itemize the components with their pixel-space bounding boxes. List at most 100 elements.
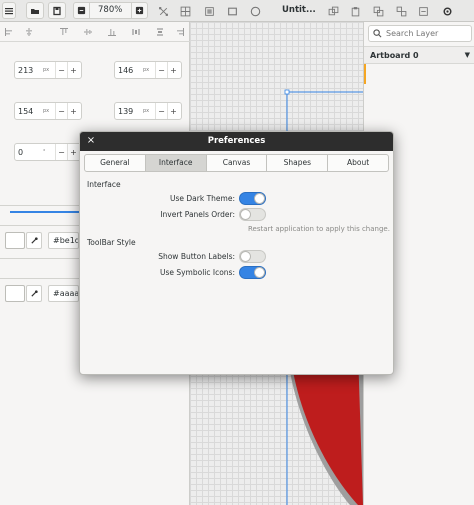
tab-canvas[interactable]: Canvas bbox=[207, 155, 268, 171]
search-layer-input[interactable] bbox=[386, 29, 466, 38]
paste-style-button[interactable] bbox=[348, 4, 362, 18]
interface-section-heading: Interface bbox=[87, 180, 121, 189]
eyedropper-icon bbox=[30, 237, 38, 244]
y-unit: px bbox=[143, 67, 150, 73]
document-title: Untit... bbox=[282, 5, 316, 15]
menu-button[interactable] bbox=[2, 2, 16, 19]
artboard-row[interactable]: Artboard 0 ▼ bbox=[364, 46, 474, 64]
align-bottom-icon[interactable] bbox=[107, 27, 117, 37]
settings-button[interactable] bbox=[440, 4, 454, 18]
x-value: 213 bbox=[18, 65, 34, 75]
width-increment-button[interactable]: + bbox=[67, 103, 79, 119]
zoom-in-icon bbox=[135, 6, 144, 15]
rectangle-icon bbox=[227, 7, 237, 15]
border-hex-input[interactable]: #aaaaaa bbox=[48, 285, 79, 302]
x-increment-button[interactable]: + bbox=[67, 62, 79, 78]
preferences-dialog: × Preferences General Interface Canvas S… bbox=[79, 131, 394, 375]
tab-shapes[interactable]: Shapes bbox=[267, 155, 329, 171]
x-decrement-button[interactable]: − bbox=[55, 62, 67, 78]
header-toolbar: 780% Untit... bbox=[0, 0, 474, 22]
search-layer-field[interactable] bbox=[368, 25, 472, 42]
toggle-knob bbox=[240, 209, 251, 220]
zoom-in-button[interactable] bbox=[131, 3, 147, 18]
group-icon bbox=[373, 6, 383, 16]
save-icon bbox=[53, 6, 61, 15]
dark-theme-toggle[interactable] bbox=[239, 192, 266, 205]
y-position-field[interactable]: 146 px − + bbox=[114, 61, 182, 79]
fill-eyedropper-button[interactable] bbox=[26, 232, 42, 249]
rotation-decrement-button[interactable]: − bbox=[55, 144, 67, 160]
rotation-increment-button[interactable]: + bbox=[67, 144, 79, 160]
distribute-horizontal-icon[interactable] bbox=[131, 27, 141, 37]
align-right-icon[interactable] bbox=[175, 27, 185, 37]
grid-tool-button[interactable] bbox=[178, 4, 192, 18]
width-field[interactable]: 154 px − + bbox=[14, 102, 82, 120]
align-center-icon[interactable] bbox=[24, 27, 34, 37]
width-value: 154 bbox=[18, 106, 34, 116]
ungroup-button[interactable] bbox=[394, 4, 408, 18]
height-decrement-button[interactable]: − bbox=[155, 103, 167, 119]
fill-color-swatch[interactable] bbox=[5, 232, 25, 249]
show-button-labels-toggle[interactable] bbox=[239, 250, 266, 263]
copy-icon bbox=[328, 6, 338, 15]
border-eyedropper-button[interactable] bbox=[26, 285, 42, 302]
align-middle-icon[interactable] bbox=[83, 27, 93, 37]
grid-icon bbox=[180, 6, 190, 16]
symbolic-icons-toggle[interactable] bbox=[239, 266, 266, 279]
zoom-out-button[interactable] bbox=[74, 3, 90, 18]
tab-about[interactable]: About bbox=[328, 155, 388, 171]
rotation-field[interactable]: 0 ° − + bbox=[14, 143, 82, 161]
y-increment-button[interactable]: + bbox=[167, 62, 179, 78]
invert-panels-toggle[interactable] bbox=[239, 208, 266, 221]
toggle-knob bbox=[254, 193, 265, 204]
height-value: 139 bbox=[118, 106, 134, 116]
align-left-icon[interactable] bbox=[4, 27, 14, 37]
invert-panels-label: Invert Panels Order: bbox=[160, 210, 235, 219]
fill-hex-input[interactable]: #be1d1d bbox=[48, 232, 79, 249]
folder-icon bbox=[31, 8, 39, 14]
toggle-knob bbox=[254, 267, 265, 278]
width-decrement-button[interactable]: − bbox=[55, 103, 67, 119]
rotation-value: 0 bbox=[18, 147, 24, 157]
zoom-out-icon bbox=[77, 6, 86, 15]
artboard-label: Artboard 0 bbox=[370, 51, 419, 60]
paste-icon bbox=[351, 6, 359, 16]
eyedropper-icon bbox=[30, 290, 38, 297]
distribute-vertical-icon[interactable] bbox=[155, 27, 165, 37]
menu-icon bbox=[5, 7, 13, 14]
dialog-header: × Preferences bbox=[80, 132, 393, 151]
radius-slider-fill[interactable] bbox=[10, 211, 82, 213]
save-button[interactable] bbox=[48, 2, 66, 19]
tab-interface[interactable]: Interface bbox=[145, 155, 207, 171]
dark-theme-label: Use Dark Theme: bbox=[170, 194, 235, 203]
width-unit: px bbox=[43, 108, 50, 114]
toggle-knob bbox=[240, 251, 251, 262]
rectangle-tool-button[interactable] bbox=[225, 4, 239, 18]
dialog-title: Preferences bbox=[207, 136, 266, 146]
restart-hint: Restart application to apply this change… bbox=[248, 225, 390, 233]
export-button[interactable] bbox=[416, 4, 430, 18]
transform-icon bbox=[158, 6, 168, 16]
copy-style-button[interactable] bbox=[326, 4, 340, 18]
align-top-icon[interactable] bbox=[59, 27, 69, 37]
height-field[interactable]: 139 px − + bbox=[114, 102, 182, 120]
export-icon bbox=[418, 6, 428, 16]
group-button[interactable] bbox=[371, 4, 385, 18]
symbolic-icons-label: Use Symbolic Icons: bbox=[159, 268, 235, 277]
search-icon bbox=[373, 29, 382, 38]
y-decrement-button[interactable]: − bbox=[155, 62, 167, 78]
height-increment-button[interactable]: + bbox=[167, 103, 179, 119]
border-color-swatch[interactable] bbox=[5, 285, 25, 302]
artboard-icon bbox=[204, 6, 214, 16]
open-button[interactable] bbox=[26, 2, 44, 19]
ellipse-icon bbox=[250, 6, 260, 16]
preferences-tabs: General Interface Canvas Shapes About bbox=[84, 154, 389, 172]
chevron-down-icon[interactable]: ▼ bbox=[465, 51, 470, 59]
align-toolbar bbox=[0, 22, 190, 42]
artboard-tool-button[interactable] bbox=[202, 4, 216, 18]
tab-general[interactable]: General bbox=[85, 155, 146, 171]
ellipse-tool-button[interactable] bbox=[248, 4, 262, 18]
x-position-field[interactable]: 213 px − + bbox=[14, 61, 82, 79]
selection-handle[interactable] bbox=[284, 89, 290, 95]
transform-tool-button[interactable] bbox=[156, 4, 170, 18]
